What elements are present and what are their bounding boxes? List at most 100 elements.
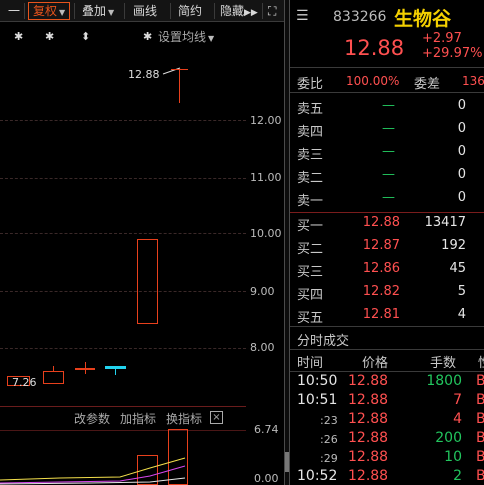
time-sales-row: :23 12.88 4 B	[290, 411, 484, 430]
bid-ratio-value: 100.00%	[346, 74, 400, 88]
trade-flag: B	[476, 449, 484, 465]
level-label: 买五	[297, 311, 324, 326]
hide-button[interactable]: 隐藏▶▶	[216, 2, 262, 20]
trade-time: :23	[320, 414, 338, 427]
grid-line	[0, 120, 246, 121]
level-label: 卖二	[297, 171, 324, 186]
grid-line	[0, 233, 246, 234]
trade-time: 10:51	[297, 392, 338, 408]
divider	[290, 326, 484, 327]
edit-params-button[interactable]: 改参数	[74, 410, 110, 427]
draw-line-button[interactable]: 画线	[129, 2, 161, 20]
sell-level-row[interactable]: 卖二 — 0	[290, 167, 484, 189]
level-price: —	[382, 190, 395, 205]
period-dash-button[interactable]: 一	[4, 2, 24, 20]
fullscreen-button[interactable]: ⛶	[264, 2, 280, 20]
level-label: 卖一	[297, 194, 324, 209]
level-volume: 0	[457, 144, 466, 159]
event-marker-icon[interactable]: ✱	[45, 30, 54, 43]
buy-level-row[interactable]: 买三 12.86 45	[290, 261, 484, 283]
trade-volume: 10	[444, 449, 462, 465]
adjust-button[interactable]: 复权 ▼	[28, 2, 71, 20]
change-amount: +2.97	[422, 31, 462, 46]
time-sales-row: 10:50 12.88 1800 B	[290, 373, 484, 392]
level-label: 买一	[297, 219, 324, 234]
sub-y-tick-label: 0.00	[254, 472, 279, 485]
level-price: —	[382, 98, 395, 113]
sell-level-row[interactable]: 卖三 — 0	[290, 144, 484, 166]
adjust-label: 复权	[33, 4, 58, 18]
trade-time: 10:52	[297, 468, 338, 484]
trade-flag: B	[476, 392, 484, 408]
time-sales-row: :26 12.88 200 B	[290, 430, 484, 449]
grid-line	[0, 430, 246, 431]
level-price: —	[382, 121, 395, 136]
y-tick-label: 10.00	[250, 227, 282, 240]
divider	[290, 92, 484, 93]
sell-level-row[interactable]: 卖五 — 0	[290, 98, 484, 120]
trade-price: 12.88	[348, 373, 389, 389]
level-price: 12.88	[362, 215, 400, 230]
trade-time: 10:50	[297, 373, 338, 389]
time-sales-row: :29 12.88 10 B	[290, 449, 484, 468]
level-label: 买四	[297, 288, 324, 303]
switch-indicator-button[interactable]: 换指标	[166, 410, 202, 427]
trade-volume: 1800	[426, 373, 462, 389]
candle-wick	[53, 366, 54, 371]
trade-price: 12.88	[348, 430, 389, 446]
candle-body[interactable]	[43, 371, 64, 384]
time-sales-title[interactable]: 分时成交	[297, 330, 349, 349]
divider	[290, 371, 484, 372]
list-icon[interactable]: ☰	[296, 8, 309, 24]
double-arrow-icon: ▶▶	[244, 8, 258, 18]
trade-volume: 2	[453, 468, 462, 484]
level-volume: 45	[449, 261, 466, 276]
toolbar-divider	[24, 3, 25, 19]
col-flag: 性	[478, 352, 484, 371]
event-marker-icon[interactable]: ✱	[14, 30, 23, 43]
trade-flag: B	[476, 430, 484, 446]
event-marker-icon[interactable]: ✱	[143, 30, 152, 43]
trade-volume: 200	[435, 430, 462, 446]
high-price-label: 12.88	[128, 68, 160, 81]
bid-diff-value: 136	[462, 74, 484, 88]
level-price: —	[382, 167, 395, 182]
add-indicator-button[interactable]: 加指标	[120, 410, 156, 427]
level-volume: 4	[457, 307, 466, 322]
candle-body[interactable]	[137, 239, 158, 324]
split-marker-icon[interactable]: ⬍	[81, 30, 90, 43]
y-tick-label: 12.00	[250, 114, 282, 127]
chevron-down-icon: ▼	[59, 8, 66, 17]
trade-price: 12.88	[348, 449, 389, 465]
col-volume: 手数	[430, 356, 457, 371]
close-icon[interactable]: ×	[210, 411, 223, 424]
y-tick-label: 9.00	[250, 285, 275, 298]
bid-ratio-label: 委比	[297, 77, 324, 92]
simple-mode-button[interactable]: 简约	[174, 2, 206, 20]
toolbar-divider	[170, 3, 171, 19]
candle-wick	[115, 366, 116, 375]
trade-price: 12.88	[348, 411, 389, 427]
buy-level-row[interactable]: 买二 12.87 192	[290, 238, 484, 260]
buy-level-row[interactable]: 买一 12.88 13417	[290, 215, 484, 237]
kline-chart-panel[interactable]: 一 复权 ▼ 叠加 ▼ 画线 简约 隐藏▶▶ ⛶ 设置均线 ▼ ✱ ✱ ⬍ ✱ 12.…	[0, 0, 286, 485]
sell-level-row[interactable]: 卖一 — 0	[290, 190, 484, 212]
sell-level-row[interactable]: 卖四 — 0	[290, 121, 484, 143]
toolbar-divider	[74, 3, 75, 19]
grid-line	[0, 291, 246, 292]
level-volume: 0	[457, 121, 466, 136]
toolbar-divider	[214, 3, 215, 19]
bid-diff-label: 委差	[414, 77, 441, 92]
last-price: 12.88	[344, 36, 405, 60]
hide-label: 隐藏	[220, 4, 245, 18]
level-label: 卖三	[297, 148, 324, 163]
col-time: 时间	[297, 356, 324, 371]
ma-settings-label: 设置均线	[158, 30, 207, 44]
level-volume: 192	[441, 238, 466, 253]
splitter-handle-icon[interactable]	[285, 452, 289, 472]
ma-settings-link[interactable]: 设置均线 ▼	[158, 28, 214, 45]
buy-level-row[interactable]: 买四 12.82 5	[290, 284, 484, 306]
overlay-button[interactable]: 叠加 ▼	[78, 2, 118, 20]
trade-time: :26	[320, 433, 338, 446]
stock-name: 生物谷	[394, 8, 452, 30]
